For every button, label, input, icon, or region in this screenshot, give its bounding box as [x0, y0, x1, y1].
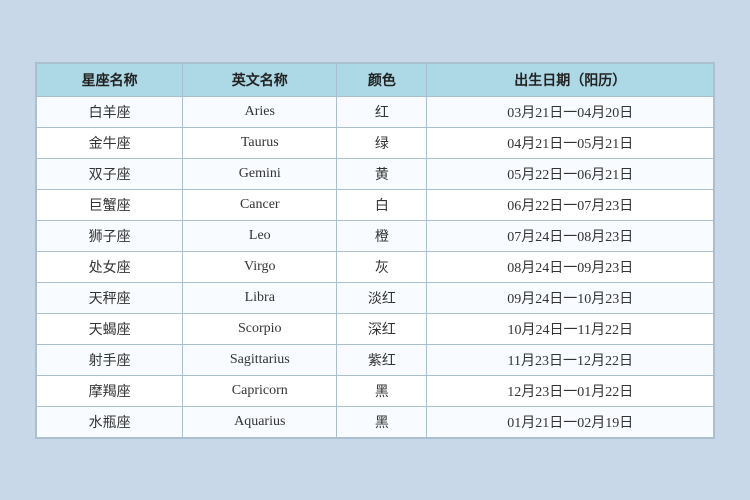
cell-en: Cancer: [183, 189, 337, 220]
cell-zh: 水瓶座: [37, 406, 183, 437]
cell-color: 黑: [337, 406, 427, 437]
table-row: 狮子座Leo橙07月24日一08月23日: [37, 220, 714, 251]
col-header-en: 英文名称: [183, 63, 337, 96]
cell-en: Taurus: [183, 127, 337, 158]
cell-en: Sagittarius: [183, 344, 337, 375]
cell-zh: 巨蟹座: [37, 189, 183, 220]
cell-zh: 天蝎座: [37, 313, 183, 344]
table-row: 水瓶座Aquarius黑01月21日一02月19日: [37, 406, 714, 437]
cell-en: Virgo: [183, 251, 337, 282]
cell-date: 12月23日一01月22日: [427, 375, 714, 406]
cell-date: 05月22日一06月21日: [427, 158, 714, 189]
table-row: 金牛座Taurus绿04月21日一05月21日: [37, 127, 714, 158]
col-header-zh: 星座名称: [37, 63, 183, 96]
cell-zh: 摩羯座: [37, 375, 183, 406]
cell-color: 深红: [337, 313, 427, 344]
cell-date: 08月24日一09月23日: [427, 251, 714, 282]
table-row: 白羊座Aries红03月21日一04月20日: [37, 96, 714, 127]
cell-color: 黄: [337, 158, 427, 189]
table-row: 摩羯座Capricorn黑12月23日一01月22日: [37, 375, 714, 406]
cell-date: 07月24日一08月23日: [427, 220, 714, 251]
cell-zh: 射手座: [37, 344, 183, 375]
cell-en: Aries: [183, 96, 337, 127]
cell-en: Leo: [183, 220, 337, 251]
cell-color: 黑: [337, 375, 427, 406]
cell-date: 10月24日一11月22日: [427, 313, 714, 344]
cell-color: 绿: [337, 127, 427, 158]
zodiac-table-container: 星座名称 英文名称 颜色 出生日期（阳历） 白羊座Aries红03月21日一04…: [35, 62, 715, 439]
cell-en: Gemini: [183, 158, 337, 189]
table-body: 白羊座Aries红03月21日一04月20日金牛座Taurus绿04月21日一0…: [37, 96, 714, 437]
table-header-row: 星座名称 英文名称 颜色 出生日期（阳历）: [37, 63, 714, 96]
table-row: 射手座Sagittarius紫红11月23日一12月22日: [37, 344, 714, 375]
cell-zh: 处女座: [37, 251, 183, 282]
cell-date: 04月21日一05月21日: [427, 127, 714, 158]
cell-zh: 白羊座: [37, 96, 183, 127]
cell-en: Scorpio: [183, 313, 337, 344]
cell-date: 03月21日一04月20日: [427, 96, 714, 127]
cell-color: 白: [337, 189, 427, 220]
cell-color: 紫红: [337, 344, 427, 375]
table-row: 天秤座Libra淡红09月24日一10月23日: [37, 282, 714, 313]
cell-zh: 金牛座: [37, 127, 183, 158]
cell-color: 红: [337, 96, 427, 127]
cell-date: 06月22日一07月23日: [427, 189, 714, 220]
cell-en: Libra: [183, 282, 337, 313]
table-row: 巨蟹座Cancer白06月22日一07月23日: [37, 189, 714, 220]
zodiac-table: 星座名称 英文名称 颜色 出生日期（阳历） 白羊座Aries红03月21日一04…: [36, 63, 714, 438]
cell-date: 01月21日一02月19日: [427, 406, 714, 437]
cell-color: 灰: [337, 251, 427, 282]
cell-date: 11月23日一12月22日: [427, 344, 714, 375]
cell-en: Aquarius: [183, 406, 337, 437]
cell-color: 淡红: [337, 282, 427, 313]
col-header-date: 出生日期（阳历）: [427, 63, 714, 96]
cell-zh: 双子座: [37, 158, 183, 189]
col-header-color: 颜色: [337, 63, 427, 96]
cell-color: 橙: [337, 220, 427, 251]
table-row: 双子座Gemini黄05月22日一06月21日: [37, 158, 714, 189]
table-row: 处女座Virgo灰08月24日一09月23日: [37, 251, 714, 282]
cell-en: Capricorn: [183, 375, 337, 406]
cell-date: 09月24日一10月23日: [427, 282, 714, 313]
cell-zh: 天秤座: [37, 282, 183, 313]
cell-zh: 狮子座: [37, 220, 183, 251]
table-row: 天蝎座Scorpio深红10月24日一11月22日: [37, 313, 714, 344]
